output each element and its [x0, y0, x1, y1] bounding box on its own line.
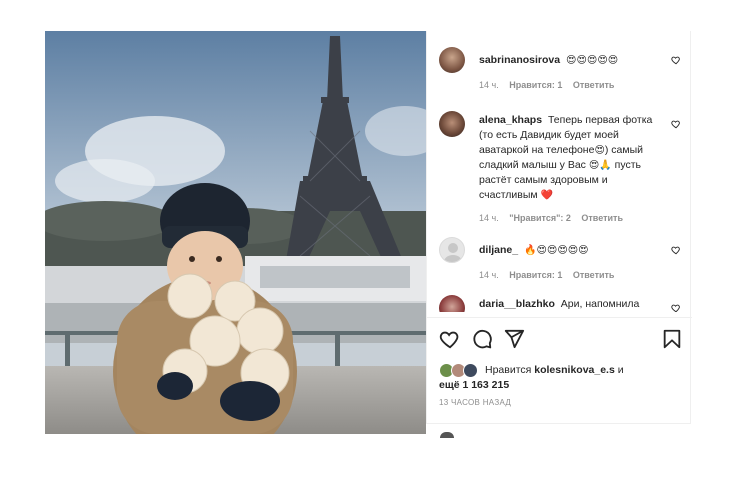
- post-timestamp[interactable]: 13 ЧАСОВ НАЗАД: [439, 398, 511, 407]
- liker-username[interactable]: kolesnikova_e.s: [534, 364, 615, 376]
- divider: [426, 423, 691, 424]
- avatar[interactable]: [439, 47, 465, 73]
- comment-item: alena_khaps Теперь первая фотка (то есть…: [439, 111, 689, 223]
- likes-line: ещё 1 163 215: [439, 379, 509, 391]
- likes-prefix: Нравится: [485, 364, 532, 376]
- comment-likes[interactable]: Нравится: 1: [509, 80, 562, 90]
- divider: [427, 317, 692, 318]
- heart-icon[interactable]: [671, 303, 681, 312]
- comment-emoji: 😍🙏: [588, 160, 612, 171]
- reply-button[interactable]: Ответить: [581, 213, 623, 223]
- likes-summary: Нравится kolesnikova_e.s и ещё 1 163 215: [439, 361, 684, 395]
- likes-count[interactable]: ещё 1 163 215: [439, 379, 509, 391]
- likes-and: и: [617, 364, 624, 376]
- heart-icon[interactable]: [671, 245, 681, 255]
- post-side-panel: sabrinanosirova 😍😍😍😍😍 14 ч. Нравится: 1 …: [426, 31, 692, 423]
- comment-time[interactable]: 14 ч.: [479, 270, 499, 280]
- heart-icon[interactable]: [671, 119, 681, 129]
- comment-item: diljane_ 🔥😍😍😍😍😍 14 ч. Нравится: 1 Ответи…: [439, 237, 689, 282]
- reply-button[interactable]: Ответить: [573, 270, 615, 280]
- comment-time[interactable]: 14 ч.: [479, 80, 499, 90]
- avatar[interactable]: [439, 111, 465, 137]
- avatar[interactable]: [439, 237, 465, 263]
- comment-username[interactable]: sabrinanosirova: [479, 54, 560, 66]
- comment-likes[interactable]: Нравится: 1: [509, 270, 562, 280]
- comment-likes[interactable]: "Нравится": 2: [509, 213, 571, 223]
- post-photo[interactable]: ›: [45, 31, 426, 434]
- heart-icon[interactable]: [439, 328, 461, 350]
- heart-icon[interactable]: [671, 55, 681, 65]
- comment-item: daria__blazhko Ари, напомнила: [439, 295, 689, 312]
- comment-emoji: 🔥😍😍😍😍😍: [524, 245, 589, 256]
- photo-illustration: [45, 31, 426, 434]
- instagram-post: › sabrinanosirova 😍😍😍😍😍 14 ч. Нравится: …: [0, 0, 730, 487]
- comment-body: daria__blazhko Ари, напомнила: [479, 297, 669, 312]
- comment-meta: 14 ч. Нравится: 1 Ответить: [479, 80, 622, 90]
- comment-meta: 14 ч. Нравится: 1 Ответить: [479, 270, 622, 280]
- avatar[interactable]: [439, 295, 465, 312]
- comment-emoji: ❤️: [540, 190, 553, 201]
- comment-body: sabrinanosirova 😍😍😍😍😍: [479, 53, 669, 68]
- comment-meta: 14 ч. "Нравится": 2 Ответить: [479, 213, 631, 223]
- likes-line: Нравится kolesnikova_e.s и: [485, 364, 624, 376]
- comment-body: alena_khaps Теперь первая фотка (то есть…: [479, 113, 669, 203]
- comment-emoji: 😍😍😍😍😍: [566, 55, 619, 66]
- reply-button[interactable]: Ответить: [573, 80, 615, 90]
- comment-emoji: 😍: [594, 145, 605, 156]
- comment-text: Ари, напомнила: [560, 298, 640, 310]
- comment-time[interactable]: 14 ч.: [479, 213, 499, 223]
- avatar: [463, 363, 478, 378]
- comment-icon[interactable]: [471, 328, 493, 350]
- comment-item: sabrinanosirova 😍😍😍😍😍 14 ч. Нравится: 1 …: [439, 47, 689, 92]
- share-icon[interactable]: [503, 328, 525, 350]
- comment-username[interactable]: diljane_: [479, 244, 518, 256]
- comment-username[interactable]: daria__blazhko: [479, 298, 555, 310]
- comment-body: diljane_ 🔥😍😍😍😍😍: [479, 243, 669, 258]
- comment-username[interactable]: alena_khaps: [479, 114, 542, 126]
- default-avatar-icon: [444, 243, 462, 262]
- avatar: [440, 432, 454, 438]
- comments-list[interactable]: sabrinanosirova 😍😍😍😍😍 14 ч. Нравится: 1 …: [427, 37, 692, 312]
- action-bar: [439, 328, 684, 352]
- bookmark-icon[interactable]: [661, 328, 683, 350]
